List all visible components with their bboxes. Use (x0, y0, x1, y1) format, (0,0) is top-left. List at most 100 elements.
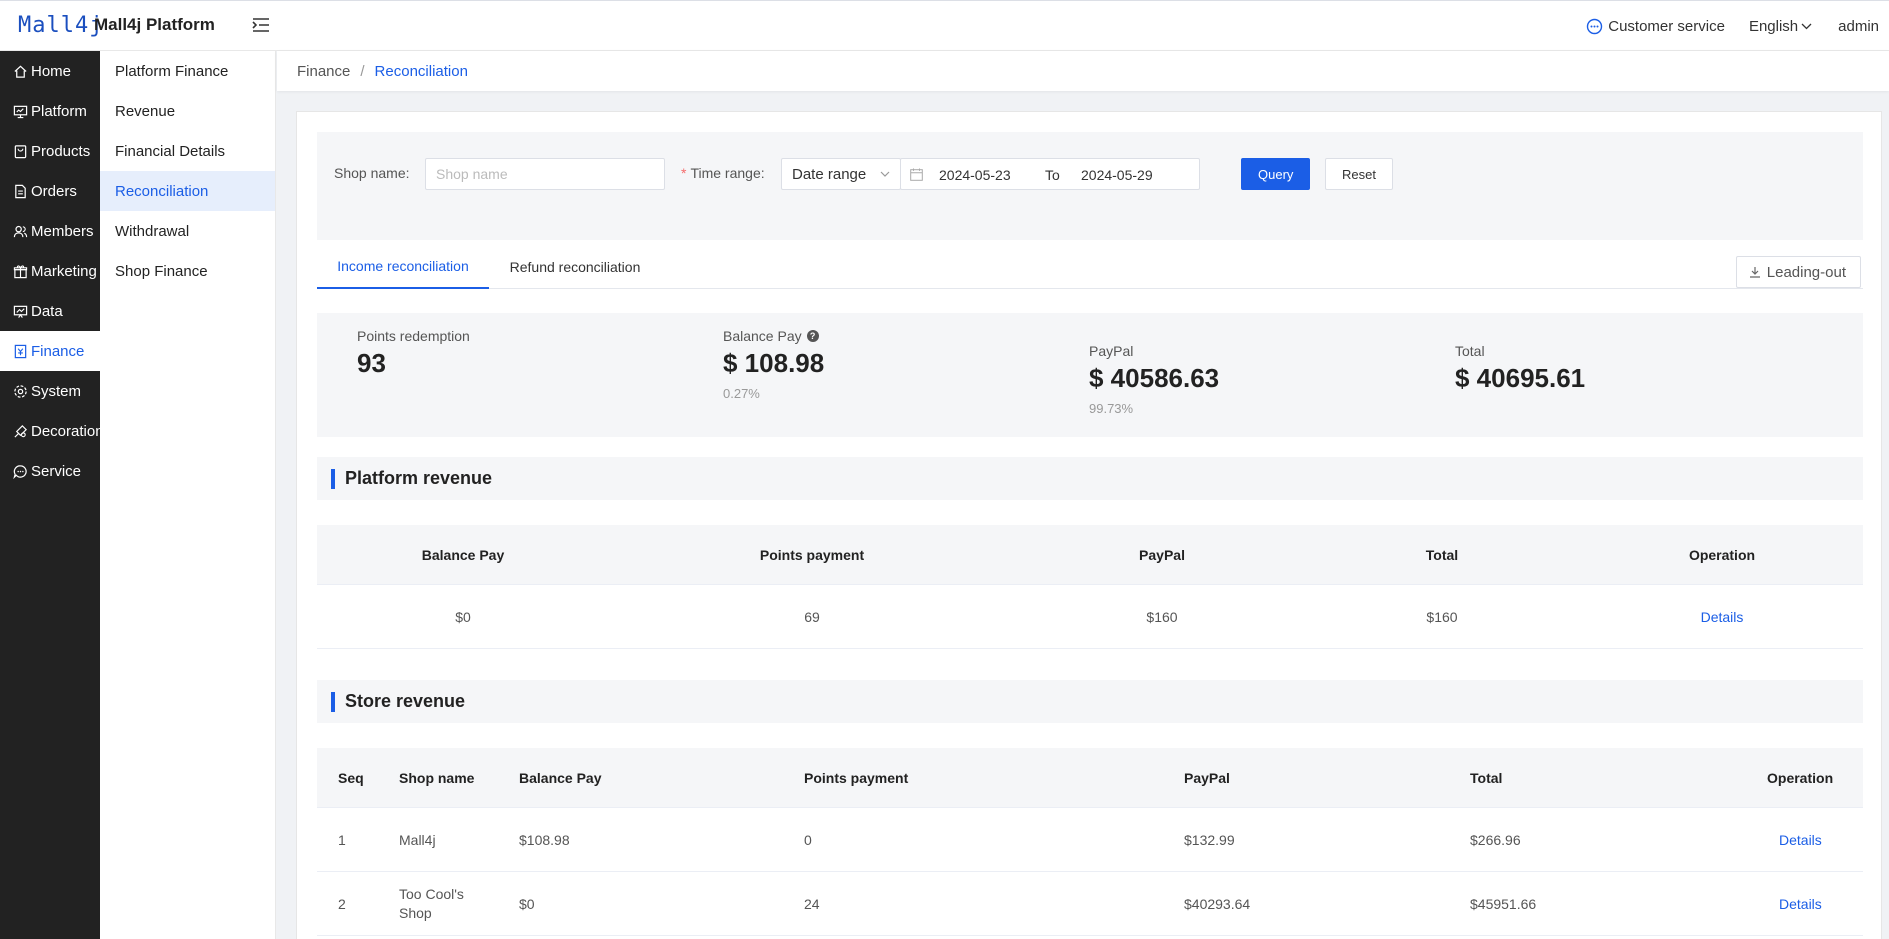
sidebar-item-data[interactable]: Data (0, 291, 100, 331)
gift-icon (13, 264, 28, 278)
section-title: Store revenue (345, 691, 466, 711)
stat-balance-pay: Balance Pay? $ 108.98 0.27% (723, 328, 824, 401)
column-header: Points payment (804, 769, 909, 786)
chevron-down-icon (880, 171, 890, 177)
column-header: PayPal (1184, 769, 1230, 786)
palette-icon (14, 424, 27, 438)
reconciliation-tabs: Income reconciliation Refund reconciliat… (317, 244, 1863, 289)
top-header: Mall4j Mall4j Platform Customer service … (0, 0, 1889, 51)
chat-icon (13, 464, 27, 479)
app-title: Mall4j Platform (94, 15, 215, 34)
sidebar-item-marketing[interactable]: Marketing (0, 251, 100, 291)
store-revenue-header: Store revenue (317, 680, 1863, 723)
cell-points-payment: 24 (804, 895, 820, 912)
brand-logo[interactable]: Mall4j (18, 13, 103, 38)
submenu-item-platform-finance[interactable]: Platform Finance (100, 51, 275, 91)
details-link[interactable]: Details (1701, 609, 1744, 625)
breadcrumb-reconciliation: Reconciliation (374, 62, 468, 80)
tab-income-reconciliation[interactable]: Income reconciliation (317, 244, 489, 289)
summary-panel: Points redemption 93 Balance Pay? $ 108.… (317, 313, 1863, 437)
sidebar-item-label: Data (31, 302, 63, 320)
submenu-item-revenue[interactable]: Revenue (100, 91, 275, 131)
customer-service-label: Customer service (1608, 18, 1725, 35)
sidebar-item-label: Products (31, 142, 91, 160)
section-accent-bar (331, 691, 335, 712)
user-menu[interactable]: admin (1838, 18, 1879, 35)
export-button[interactable]: Leading-out (1735, 256, 1861, 288)
customer-service-link[interactable]: Customer service (1586, 18, 1725, 35)
monitor-icon (13, 105, 28, 118)
cell-balance-pay: $0 (519, 895, 535, 912)
main-sidebar: Home Platform Products Orders Members Ma… (0, 51, 104, 939)
sidebar-item-products[interactable]: Products (0, 131, 100, 171)
stat-total: Total $ 40695.61 (1455, 343, 1585, 394)
breadcrumb-finance[interactable]: Finance (297, 63, 350, 80)
reset-button[interactable]: Reset (1325, 158, 1393, 190)
sidebar-item-home[interactable]: Home (0, 51, 100, 91)
sidebar-item-label: Finance (31, 342, 85, 360)
sidebar-item-finance[interactable]: Finance (0, 331, 100, 371)
cell-balance-pay: $108.98 (519, 831, 570, 848)
stat-label: Balance Pay (723, 328, 802, 344)
breadcrumb-separator: / (360, 62, 365, 80)
submenu-item-shop-finance[interactable]: Shop Finance (100, 251, 275, 291)
shop-name-label: Shop name: (334, 165, 410, 181)
shop-name-input[interactable] (425, 158, 665, 190)
column-header: Shop name (399, 769, 475, 786)
cell-points-payment: 69 (804, 608, 820, 625)
sidebar-item-label: Platform (31, 102, 87, 120)
time-range-type-select[interactable]: Date range (781, 158, 901, 190)
details-link[interactable]: Details (1779, 832, 1822, 848)
sidebar-item-label: Marketing (31, 262, 97, 280)
end-date[interactable]: 2024-05-29 (1081, 167, 1153, 183)
tab-refund-reconciliation[interactable]: Refund reconciliation (489, 244, 661, 289)
cell-shop-name: Too Cool's Shop (399, 885, 464, 921)
cell-seq: 1 (338, 831, 346, 848)
help-icon[interactable]: ? (806, 330, 819, 342)
column-header: Total (1470, 769, 1503, 786)
stat-label: Points redemption (357, 328, 470, 344)
stat-label: Total (1455, 343, 1485, 359)
language-select[interactable]: English (1749, 18, 1812, 35)
column-header: Operation (1688, 546, 1756, 563)
query-button[interactable]: Query (1241, 158, 1311, 190)
filter-panel: Shop name: *Time range: Date range 2024-… (317, 132, 1863, 240)
sidebar-item-platform[interactable]: Platform (0, 91, 100, 131)
sidebar-item-service[interactable]: Service (0, 451, 100, 491)
cell-paypal: $160 (1146, 608, 1178, 625)
sidebar-item-orders[interactable]: Orders (0, 171, 100, 211)
submenu-item-reconciliation[interactable]: Reconciliation (100, 171, 275, 211)
stat-value: $ 40586.63 (1089, 363, 1220, 393)
stat-value: 93 (357, 348, 386, 378)
column-header: Total (1425, 546, 1459, 563)
section-accent-bar (331, 468, 335, 489)
sidebar-item-members[interactable]: Members (0, 211, 100, 251)
stat-points-redemption: Points redemption 93 (357, 328, 470, 379)
download-icon (1749, 267, 1760, 278)
cell-paypal: $132.99 (1184, 831, 1235, 848)
gear-icon (14, 384, 27, 398)
details-link[interactable]: Details (1779, 896, 1822, 912)
time-range-label-text: Time range: (690, 165, 765, 181)
section-title: Platform revenue (345, 468, 493, 488)
reconciliation-card: Shop name: *Time range: Date range 2024-… (296, 111, 1882, 939)
cell-total: $160 (1426, 608, 1458, 625)
submenu-item-financial-details[interactable]: Financial Details (100, 131, 275, 171)
date-range-picker[interactable]: 2024-05-23 To 2024-05-29 (900, 158, 1200, 190)
menu-collapse-icon[interactable] (252, 17, 272, 35)
sidebar-item-label: Home (31, 62, 72, 80)
home-icon (14, 65, 27, 78)
sidebar-item-decoration[interactable]: Decoration (0, 411, 104, 451)
table-row: 1 Mall4j $108.98 0 $132.99 $266.96 Detai… (317, 808, 1863, 872)
chevron-down-icon (1801, 23, 1812, 30)
table-header-row: Balance Pay Points payment PayPal Total … (317, 525, 1863, 585)
sidebar-item-system[interactable]: System (0, 371, 100, 411)
column-header: Balance Pay (519, 769, 602, 786)
start-date[interactable]: 2024-05-23 (939, 167, 1011, 183)
cell-seq: 2 (338, 895, 346, 912)
stat-value: $ 40695.61 (1455, 363, 1586, 393)
submenu-item-withdrawal[interactable]: Withdrawal (100, 211, 275, 251)
stat-label: PayPal (1089, 343, 1134, 359)
breadcrumb: Finance / Reconciliation (277, 51, 1889, 91)
bag-icon (14, 144, 27, 158)
